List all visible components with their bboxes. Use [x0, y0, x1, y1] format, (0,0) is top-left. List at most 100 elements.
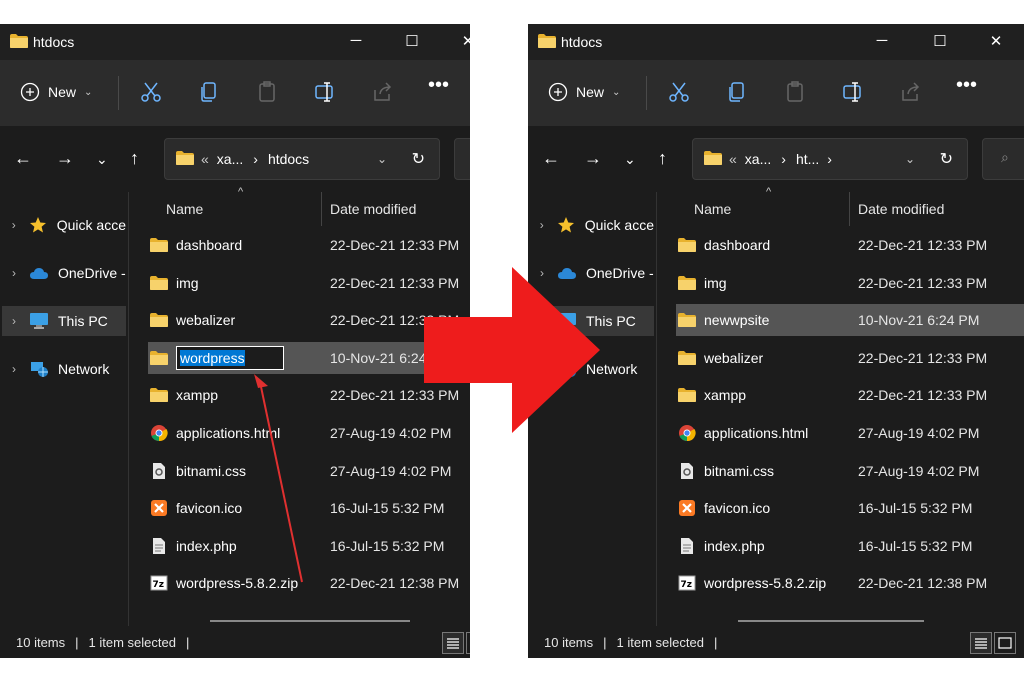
file-row[interactable]: favicon.ico 16-Jul-15 5:32 PM: [676, 492, 1024, 524]
horizontal-scrollbar[interactable]: [738, 620, 924, 622]
copy-icon[interactable]: [197, 80, 221, 104]
breadcrumb-item-htdocs[interactable]: htdocs: [268, 151, 309, 167]
address-dropdown-chevron-icon[interactable]: ⌄: [905, 152, 915, 166]
tiles-view-button[interactable]: [994, 632, 1016, 654]
more-options-icon[interactable]: •••: [428, 74, 452, 98]
up-arrow-icon[interactable]: ↑: [658, 148, 667, 169]
file-name: bitnami.css: [704, 462, 775, 479]
column-header-name[interactable]: Name: [166, 192, 203, 226]
folder-icon: [148, 236, 170, 254]
minimize-icon[interactable]: ─: [872, 32, 892, 49]
file-explorer-window-before: htdocs ─ ☐ ✕ New ⌄ ••• ← → ⌄ ↑ « xa... ›…: [0, 24, 470, 658]
chevron-right-icon[interactable]: ›: [2, 362, 26, 376]
file-date-modified: 16-Jul-15 5:32 PM: [858, 537, 973, 554]
nav-item-this[interactable]: › This PC: [2, 306, 126, 336]
close-icon[interactable]: ✕: [986, 32, 1006, 50]
command-bar: New ⌄ •••: [528, 60, 1024, 126]
breadcrumb-item-htdocs[interactable]: ht...: [796, 151, 819, 167]
nav-item-label: Quick acce: [56, 217, 126, 233]
network-icon: [26, 360, 52, 378]
breadcrumb-overflow[interactable]: «: [201, 151, 209, 167]
cut-icon[interactable]: [667, 80, 691, 104]
refresh-icon[interactable]: ↻: [940, 149, 953, 169]
details-view-button[interactable]: [970, 632, 992, 654]
status-separator: |: [603, 635, 607, 650]
window-title: htdocs: [561, 34, 603, 50]
rename-input[interactable]: wordpress: [176, 345, 284, 370]
file-list: ^ Name Date modified dashboard 22-Dec-21…: [658, 186, 1024, 626]
breadcrumb-item-xampp[interactable]: xa...: [217, 151, 243, 167]
paste-icon[interactable]: [783, 80, 807, 104]
details-view-button[interactable]: [442, 632, 464, 654]
file-row[interactable]: dashboard 22-Dec-21 12:33 PM: [148, 229, 470, 261]
address-bar[interactable]: « xa... › ht... › ⌄ ↻: [692, 138, 968, 180]
address-dropdown-chevron-icon[interactable]: ⌄: [377, 152, 387, 166]
up-arrow-icon[interactable]: ↑: [130, 148, 139, 169]
horizontal-scrollbar[interactable]: [210, 620, 410, 622]
more-options-icon[interactable]: •••: [956, 74, 980, 98]
rename-icon[interactable]: [313, 80, 337, 104]
cut-icon[interactable]: [139, 80, 163, 104]
breadcrumb-overflow[interactable]: «: [729, 151, 737, 167]
file-row[interactable]: img 22-Dec-21 12:33 PM: [676, 267, 1024, 299]
share-icon[interactable]: [371, 80, 395, 104]
breadcrumb-separator[interactable]: ›: [253, 151, 258, 167]
chevron-down-icon: ⌄: [612, 86, 621, 98]
paste-icon[interactable]: [255, 80, 279, 104]
nav-item-quick[interactable]: › Quick acce: [530, 210, 654, 240]
file-name: applications.html: [704, 425, 809, 441]
address-bar[interactable]: « xa... › htdocs ⌄ ↻: [164, 138, 440, 180]
file-row[interactable]: bitnami.css 27-Aug-19 4:02 PM: [676, 455, 1024, 487]
breadcrumb-separator[interactable]: ›: [781, 151, 786, 167]
nav-item-onedrive[interactable]: › OneDrive -: [2, 258, 126, 288]
chevron-right-icon[interactable]: ›: [2, 218, 25, 232]
forward-arrow-icon[interactable]: →: [56, 148, 74, 169]
maximize-icon[interactable]: ☐: [402, 32, 422, 50]
recent-locations-chevron-icon[interactable]: ⌄: [96, 151, 108, 168]
copy-icon[interactable]: [725, 80, 749, 104]
file-row[interactable]: webalizer 22-Dec-21 12:33 PM: [676, 342, 1024, 374]
share-icon[interactable]: [899, 80, 923, 104]
file-row[interactable]: dashboard 22-Dec-21 12:33 PM: [676, 229, 1024, 261]
file-row[interactable]: xampp 22-Dec-21 12:33 PM: [676, 379, 1024, 411]
minimize-icon[interactable]: ─: [346, 32, 366, 49]
file-row[interactable]: index.php 16-Jul-15 5:32 PM: [676, 530, 1024, 562]
file-row[interactable]: newwpsite 10-Nov-21 6:24 PM: [676, 304, 1024, 337]
nav-item-quick[interactable]: › Quick acce: [2, 210, 126, 240]
search-input[interactable]: ⌕: [454, 138, 470, 180]
new-button[interactable]: New ⌄: [20, 82, 92, 102]
tiles-view-icon: [998, 637, 1012, 649]
chevron-right-icon[interactable]: ›: [2, 314, 26, 328]
column-header-date-modified[interactable]: Date modified: [858, 192, 944, 226]
file-date-modified: 22-Dec-21 12:33 PM: [858, 349, 988, 366]
file-date-modified: 27-Aug-19 4:02 PM: [330, 462, 452, 479]
breadcrumb-item-xampp[interactable]: xa...: [745, 151, 771, 167]
plus-circle-icon: [548, 82, 568, 102]
zip-icon: 7z: [676, 574, 698, 592]
selection-count: 1 item selected: [88, 635, 176, 650]
close-icon[interactable]: ✕: [458, 32, 470, 50]
nav-item-network[interactable]: › Network: [2, 354, 126, 384]
search-input[interactable]: ⌕: [982, 138, 1024, 180]
chevron-right-icon[interactable]: ›: [530, 218, 553, 232]
svg-text:7z: 7z: [153, 580, 165, 590]
breadcrumb-separator-trailing[interactable]: ›: [827, 151, 832, 167]
new-button[interactable]: New ⌄: [548, 82, 620, 102]
maximize-icon[interactable]: ☐: [930, 32, 950, 50]
file-row[interactable]: applications.html 27-Aug-19 4:02 PM: [676, 417, 1024, 449]
file-row[interactable]: 7z wordpress-5.8.2.zip 22-Dec-21 12:38 PM: [676, 567, 1024, 599]
column-header-date-modified[interactable]: Date modified: [330, 192, 416, 226]
column-header-name[interactable]: Name: [694, 192, 731, 226]
folder-icon: [148, 386, 170, 404]
chevron-right-icon[interactable]: ›: [2, 266, 26, 280]
nav-item-label: OneDrive -: [58, 265, 126, 281]
rename-icon[interactable]: [841, 80, 865, 104]
folder-icon: [676, 311, 698, 329]
recent-locations-chevron-icon[interactable]: ⌄: [624, 151, 636, 168]
back-arrow-icon[interactable]: ←: [14, 148, 32, 169]
window-title: htdocs: [33, 34, 75, 50]
forward-arrow-icon[interactable]: →: [584, 148, 602, 169]
tiles-view-button[interactable]: [466, 632, 470, 654]
back-arrow-icon[interactable]: ←: [542, 148, 560, 169]
refresh-icon[interactable]: ↻: [412, 149, 425, 169]
